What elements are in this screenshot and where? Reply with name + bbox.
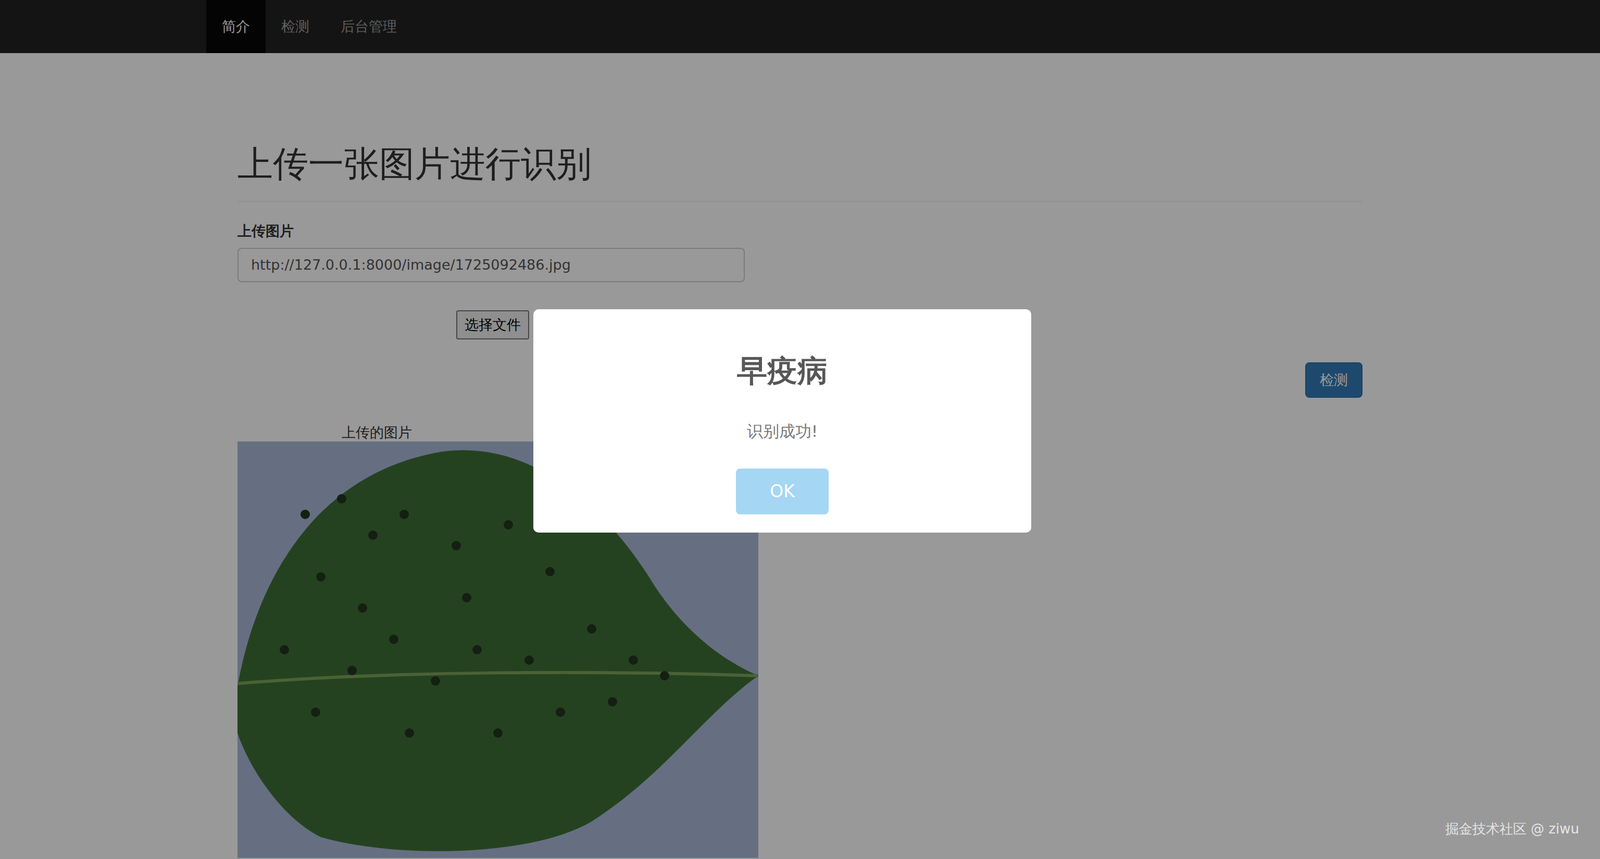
dialog-message: 识别成功! [746,419,818,443]
screen: 简介检测后台管理上传一张图片进行识别上传图片选择文件检测上传的图片早疫病识别成功… [0,0,1600,859]
watermark: 掘金技术社区 @ ziwu [1445,820,1580,839]
dialog-title: 早疫病 [736,352,828,390]
ok-button[interactable]: OK [735,468,829,515]
result-dialog: 早疫病识别成功! OK [533,309,1032,533]
modal-backdrop: 早疫病识别成功! OK [0,0,1600,859]
